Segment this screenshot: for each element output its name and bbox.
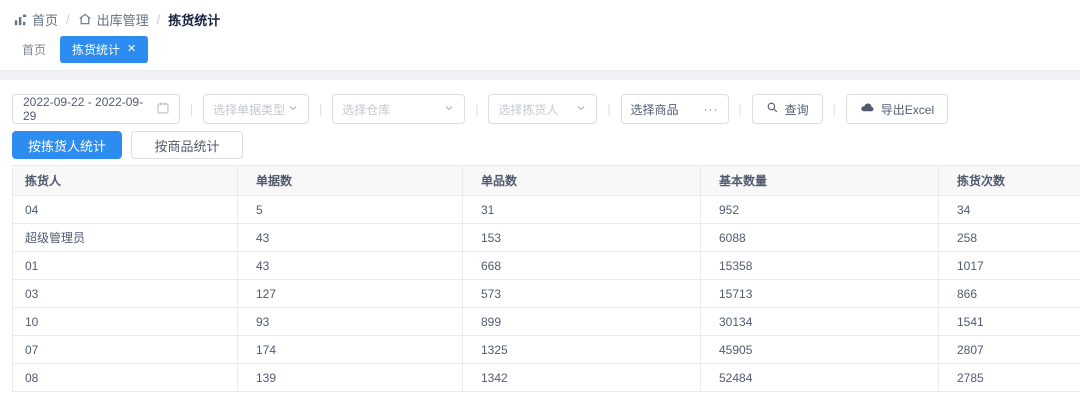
table-cell: 93	[238, 308, 463, 336]
search-icon	[766, 101, 779, 117]
ellipsis-icon: ···	[704, 102, 719, 116]
column-header: 单品数	[463, 166, 701, 196]
table-cell: 04	[13, 196, 238, 224]
query-button[interactable]: 查询	[752, 94, 823, 124]
table-cell: 573	[463, 280, 701, 308]
filter-separator: |	[190, 102, 193, 116]
breadcrumb: 首页 / 出库管理 / 拣货统计	[0, 0, 1080, 28]
table-cell: 43	[238, 252, 463, 280]
view-toggle: 按拣货人统计 按商品统计	[12, 131, 1080, 159]
table-cell: 45905	[701, 336, 939, 364]
column-header: 基本数量	[701, 166, 939, 196]
column-header: 单据数	[238, 166, 463, 196]
tab-home[interactable]: 首页	[8, 41, 60, 58]
tab-bar: 首页 拣货统计 ✕	[0, 37, 1080, 62]
table-cell: 6088	[701, 224, 939, 252]
export-excel-button[interactable]: 导出Excel	[846, 94, 948, 124]
filter-separator: |	[319, 102, 322, 116]
home-icon	[78, 12, 92, 26]
table-cell: 07	[13, 336, 238, 364]
date-range-value: 2022-09-22 - 2022-09-29	[23, 95, 156, 123]
toggle-by-product-button[interactable]: 按商品统计	[131, 131, 243, 159]
export-excel-label: 导出Excel	[881, 101, 934, 118]
breadcrumb-separator: /	[66, 12, 70, 27]
table-cell: 超级管理员	[13, 224, 238, 252]
breadcrumb-item-current: 拣货统计	[168, 10, 220, 29]
table-cell: 174	[238, 336, 463, 364]
table-cell: 34	[939, 196, 1080, 224]
table-cell: 5	[238, 196, 463, 224]
breadcrumb-item-outbound[interactable]: 出库管理	[78, 10, 149, 29]
page-background-strip	[0, 70, 1080, 80]
table-row: 081391342524842785	[13, 364, 1080, 392]
table-cell: 31	[463, 196, 701, 224]
breadcrumb-separator: /	[157, 12, 161, 27]
table-cell: 1541	[939, 308, 1080, 336]
query-button-label: 查询	[785, 101, 809, 118]
table-cell: 10	[13, 308, 238, 336]
breadcrumb-item-label: 首页	[32, 10, 58, 29]
table-row: 超级管理员431536088258	[13, 224, 1080, 252]
table-cell: 03	[13, 280, 238, 308]
table-cell: 1017	[939, 252, 1080, 280]
table-cell: 866	[939, 280, 1080, 308]
select-picker[interactable]: 选择拣货人	[488, 94, 597, 124]
table-row: 0453195234	[13, 196, 1080, 224]
chevron-down-icon	[575, 102, 587, 117]
tab-picking-stats[interactable]: 拣货统计 ✕	[60, 36, 148, 63]
table-row: 071741325459052807	[13, 336, 1080, 364]
date-range-input[interactable]: 2022-09-22 - 2022-09-29	[12, 94, 180, 124]
select-warehouse[interactable]: 选择仓库	[332, 94, 465, 124]
statistics-table: 拣货人单据数单品数基本数量拣货次数 0453195234超级管理员4315360…	[12, 165, 1080, 392]
table-cell: 952	[701, 196, 939, 224]
select-placeholder: 选择单据类型	[213, 101, 285, 118]
chevron-down-icon	[443, 102, 455, 117]
table-cell: 1325	[463, 336, 701, 364]
table-cell: 1342	[463, 364, 701, 392]
breadcrumb-item-home[interactable]: 首页	[14, 10, 58, 29]
close-icon[interactable]: ✕	[127, 44, 136, 55]
page-title: 拣货统计	[168, 10, 220, 29]
statistics-table-wrap: 拣货人单据数单品数基本数量拣货次数 0453195234超级管理员4315360…	[12, 165, 1080, 392]
table-cell: 139	[238, 364, 463, 392]
select-placeholder: 选择商品	[631, 101, 679, 118]
table-cell: 127	[238, 280, 463, 308]
stats-icon	[14, 13, 27, 26]
filter-separator: |	[475, 102, 478, 116]
table-header-row: 拣货人单据数单品数基本数量拣货次数	[13, 166, 1080, 196]
cloud-download-icon	[860, 100, 875, 118]
filter-separator: |	[607, 102, 610, 116]
breadcrumb-item-label: 出库管理	[97, 10, 149, 29]
select-placeholder: 选择仓库	[342, 101, 390, 118]
column-header: 拣货次数	[939, 166, 1080, 196]
select-placeholder: 选择拣货人	[498, 101, 558, 118]
filter-separator: |	[739, 102, 742, 116]
table-cell: 52484	[701, 364, 939, 392]
table-row: 1093899301341541	[13, 308, 1080, 336]
table-cell: 899	[463, 308, 701, 336]
table-cell: 2807	[939, 336, 1080, 364]
table-cell: 43	[238, 224, 463, 252]
table-cell: 153	[463, 224, 701, 252]
table-cell: 15713	[701, 280, 939, 308]
toggle-by-picker-button[interactable]: 按拣货人统计	[12, 131, 122, 159]
calendar-icon	[156, 101, 170, 118]
content-panel: 2022-09-22 - 2022-09-29 | 选择单据类型 | 选择仓库 …	[0, 80, 1080, 392]
table-row: 0312757315713866	[13, 280, 1080, 308]
filter-separator: |	[833, 102, 836, 116]
table-row: 0143668153581017	[13, 252, 1080, 280]
table-cell: 30134	[701, 308, 939, 336]
chevron-down-icon	[287, 102, 299, 117]
table-cell: 258	[939, 224, 1080, 252]
column-header: 拣货人	[13, 166, 238, 196]
tab-label: 拣货统计	[72, 41, 120, 58]
table-cell: 08	[13, 364, 238, 392]
table-cell: 01	[13, 252, 238, 280]
table-cell: 668	[463, 252, 701, 280]
table-cell: 2785	[939, 364, 1080, 392]
select-order-type[interactable]: 选择单据类型	[203, 94, 309, 124]
filter-toolbar: 2022-09-22 - 2022-09-29 | 选择单据类型 | 选择仓库 …	[12, 94, 1080, 124]
select-product[interactable]: 选择商品 ···	[621, 94, 729, 124]
table-cell: 15358	[701, 252, 939, 280]
